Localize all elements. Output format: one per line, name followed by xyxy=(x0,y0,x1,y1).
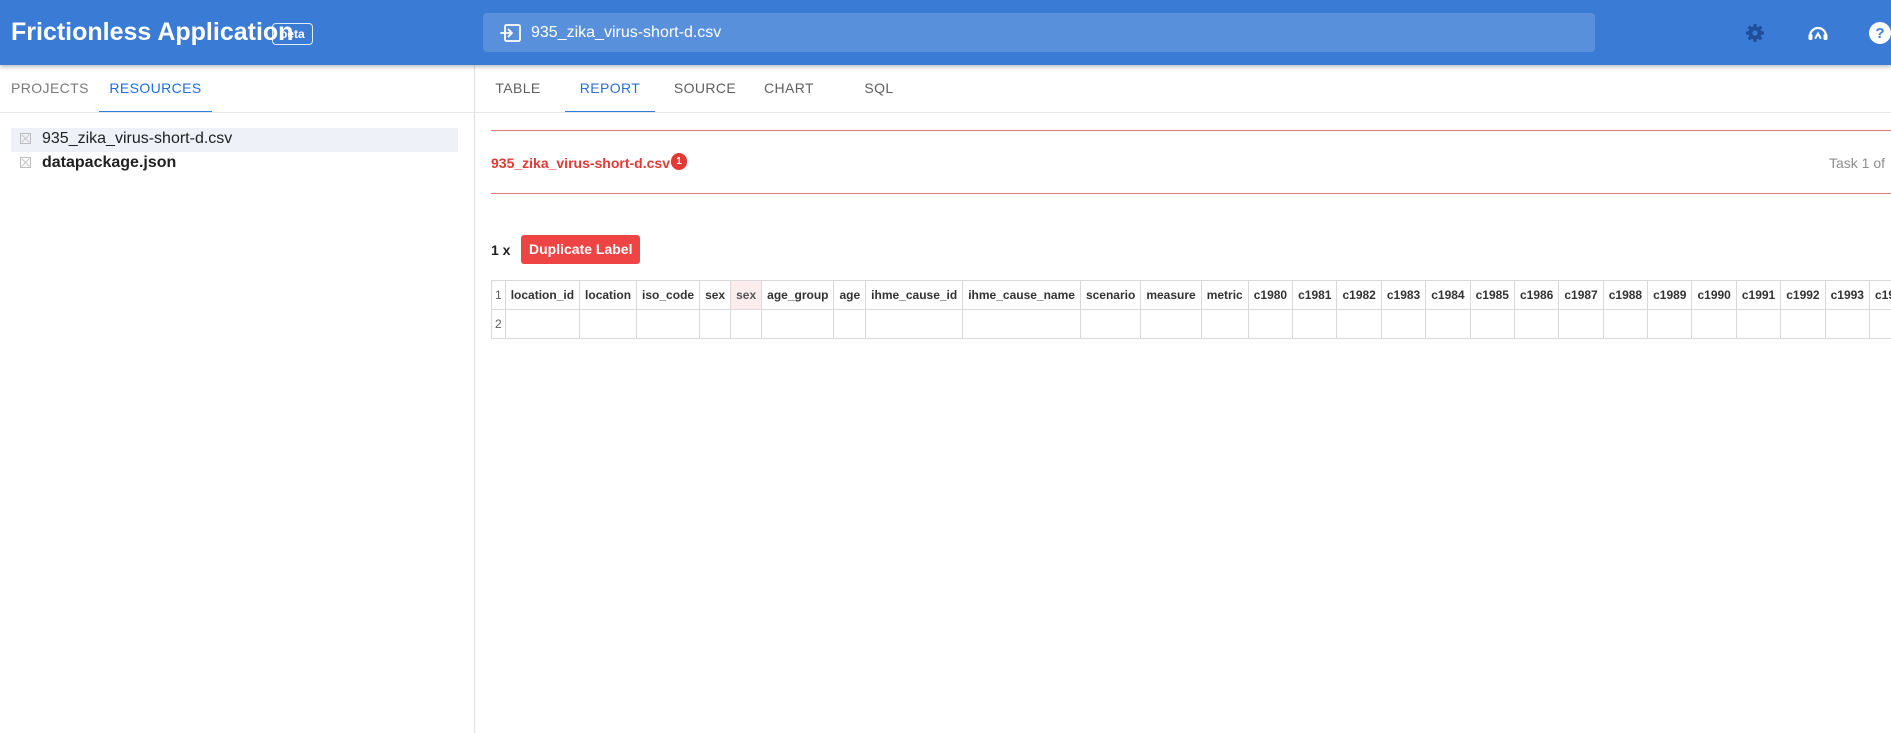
file-checkbox[interactable] xyxy=(20,133,31,144)
table-cell xyxy=(1824,309,1870,339)
beta-badge: beta xyxy=(272,23,313,45)
header-cell: scenario xyxy=(1079,280,1142,310)
table-cell xyxy=(1380,309,1427,339)
header-cell: c1982 xyxy=(1336,280,1382,310)
table-cell xyxy=(1602,309,1649,339)
file-checkbox[interactable] xyxy=(20,157,31,168)
report-border-bottom xyxy=(491,193,1891,194)
table-cell xyxy=(1469,309,1515,339)
table-cell xyxy=(1200,309,1249,339)
header-cell: age xyxy=(833,280,867,310)
main-panel: TABLE REPORT SOURCE CHART SQL 935_zika_v… xyxy=(475,65,1891,733)
table-cell xyxy=(1868,309,1891,339)
table-cell xyxy=(1079,309,1142,339)
table-cell xyxy=(699,309,732,339)
table-cell xyxy=(1292,309,1338,339)
table-cell xyxy=(636,309,701,339)
table-row: 2 xyxy=(491,309,1891,339)
support-icon[interactable] xyxy=(1806,21,1830,45)
task-indicator: Task 1 of xyxy=(1829,155,1886,171)
table-cell xyxy=(962,309,1081,339)
help-icon[interactable]: ? xyxy=(1868,21,1891,45)
header-cell: c1991 xyxy=(1735,280,1782,310)
row-number: 1 xyxy=(491,280,506,310)
error-multiplier: 1 x xyxy=(491,242,511,258)
table-cell xyxy=(1558,309,1604,339)
file-item-csv[interactable]: 935_zika_virus-short-d.csv xyxy=(11,128,458,152)
table-cell xyxy=(1647,309,1693,339)
table-cell xyxy=(1247,309,1294,339)
table-cell xyxy=(1780,309,1826,339)
header-cell: ihme_cause_name xyxy=(962,280,1081,310)
header-cell: c1989 xyxy=(1647,280,1693,310)
header-cell: c1984 xyxy=(1425,280,1471,310)
header-cell: metric xyxy=(1200,280,1249,310)
file-label: datapackage.json xyxy=(42,154,177,171)
header-cell: location_id xyxy=(504,280,581,310)
tab-report[interactable]: REPORT xyxy=(565,65,655,112)
tab-resources[interactable]: RESOURCES xyxy=(99,65,212,112)
tab-source[interactable]: SOURCE xyxy=(671,65,739,112)
sidebar: PROJECTS RESOURCES 935_zika_virus-short-… xyxy=(0,65,475,733)
report-border-top xyxy=(491,130,1891,131)
tab-chart[interactable]: CHART xyxy=(757,65,821,112)
header-cell: c1994 xyxy=(1868,280,1891,310)
header-cell: location xyxy=(579,280,638,310)
header-cell: c1980 xyxy=(1247,280,1294,310)
header-cell: c1993 xyxy=(1824,280,1870,310)
header-cell: c1987 xyxy=(1558,280,1604,310)
open-file-icon xyxy=(500,24,521,42)
header-cell: age_group xyxy=(761,280,835,310)
error-preview-table: 1 location_id location iso_code sex sex age_g… xyxy=(491,280,1891,339)
table-cell xyxy=(833,309,867,339)
header-cell: c1990 xyxy=(1691,280,1737,310)
file-item-datapackage[interactable]: datapackage.json xyxy=(11,152,458,176)
file-label: 935_zika_virus-short-d.csv xyxy=(42,130,233,147)
table-cell xyxy=(1140,309,1202,339)
table-cell xyxy=(1336,309,1382,339)
table-cell xyxy=(1425,309,1471,339)
settings-icon[interactable] xyxy=(1743,21,1767,45)
table-cell xyxy=(865,309,964,339)
tab-projects[interactable]: PROJECTS xyxy=(11,65,88,112)
header-cell: iso_code xyxy=(636,280,701,310)
table-header-row: 1 location_id location iso_code sex sex age_g… xyxy=(491,280,1891,310)
svg-text:?: ? xyxy=(1875,25,1884,42)
table-cell xyxy=(761,309,835,339)
table-cell xyxy=(1735,309,1782,339)
app-title: Frictionless Application xyxy=(11,18,294,46)
table-cell xyxy=(1691,309,1737,339)
header-cell: c1986 xyxy=(1513,280,1560,310)
header-cell: sex xyxy=(730,280,763,310)
report-file-name: 935_zika_virus-short-d.csv xyxy=(491,155,670,171)
header-cell: ihme_cause_id xyxy=(865,280,964,310)
row-number: 2 xyxy=(491,309,506,339)
sidebar-tabs-divider xyxy=(0,112,474,113)
header-cell: c1985 xyxy=(1469,280,1515,310)
header-cell: c1992 xyxy=(1780,280,1826,310)
file-path-text: 935_zika_virus-short-d.csv xyxy=(531,24,722,41)
main-tabs-divider xyxy=(475,112,1891,113)
header-cell: measure xyxy=(1140,280,1202,310)
header-cell: c1983 xyxy=(1380,280,1427,310)
error-count-badge: 1 xyxy=(671,153,687,170)
error-type-button[interactable]: Duplicate Label xyxy=(521,235,641,264)
table-cell xyxy=(1513,309,1560,339)
app-bar: Frictionless Application beta 935_zika_v… xyxy=(0,0,1891,65)
table-cell xyxy=(730,309,763,339)
header-cell: sex xyxy=(699,280,732,310)
header-cell: c1981 xyxy=(1292,280,1338,310)
tab-table[interactable]: TABLE xyxy=(491,65,545,112)
tab-sql[interactable]: SQL xyxy=(854,65,904,112)
table-cell xyxy=(579,309,638,339)
header-cell: c1988 xyxy=(1602,280,1649,310)
file-path-bar[interactable]: 935_zika_virus-short-d.csv xyxy=(483,13,1595,52)
table-cell xyxy=(504,309,581,339)
